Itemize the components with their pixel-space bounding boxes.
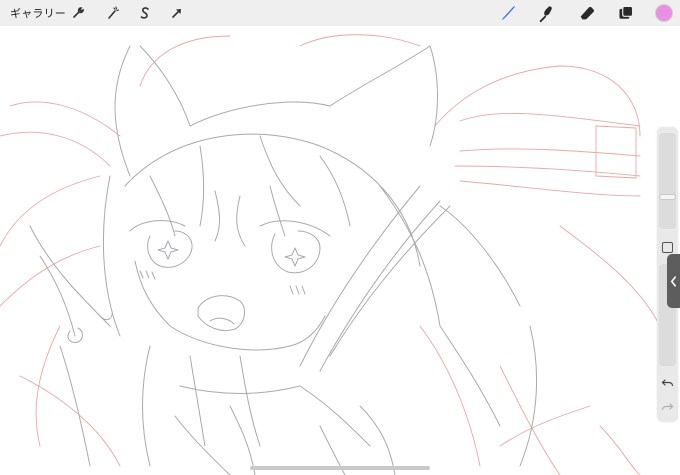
selection-s-icon	[140, 7, 149, 19]
sketch-artwork	[0, 34, 661, 475]
brush-size-slider[interactable]	[659, 133, 676, 229]
chevron-left-icon	[670, 275, 677, 287]
smudge-finger-icon	[539, 6, 552, 23]
top-toolbar: ギャラリー	[0, 0, 680, 26]
smudge-button[interactable]	[536, 2, 558, 24]
redo-icon[interactable]	[661, 400, 674, 413]
arrow-cursor-icon	[172, 9, 181, 18]
transform-button[interactable]	[167, 3, 187, 23]
gallery-button[interactable]: ギャラリー	[10, 5, 66, 21]
eraser-button[interactable]	[576, 2, 598, 24]
magic-wand-icon	[108, 6, 120, 19]
wrench-icon	[73, 7, 84, 18]
eraser-icon	[580, 6, 595, 20]
adjustments-button[interactable]	[103, 3, 123, 23]
sidebar-expand-tab[interactable]	[667, 254, 680, 308]
color-picker-button[interactable]	[655, 4, 673, 22]
brush-icon	[501, 6, 515, 21]
actions-button[interactable]	[68, 3, 88, 23]
selection-button[interactable]	[135, 3, 155, 23]
modify-button[interactable]	[662, 242, 673, 253]
layers-icon	[619, 5, 634, 19]
brush-button[interactable]	[497, 2, 519, 24]
brush-size-handle[interactable]	[659, 194, 676, 200]
drawing-canvas[interactable]	[0, 26, 680, 475]
home-indicator	[250, 466, 430, 470]
undo-icon[interactable]	[661, 376, 674, 389]
layers-button[interactable]	[615, 2, 637, 24]
